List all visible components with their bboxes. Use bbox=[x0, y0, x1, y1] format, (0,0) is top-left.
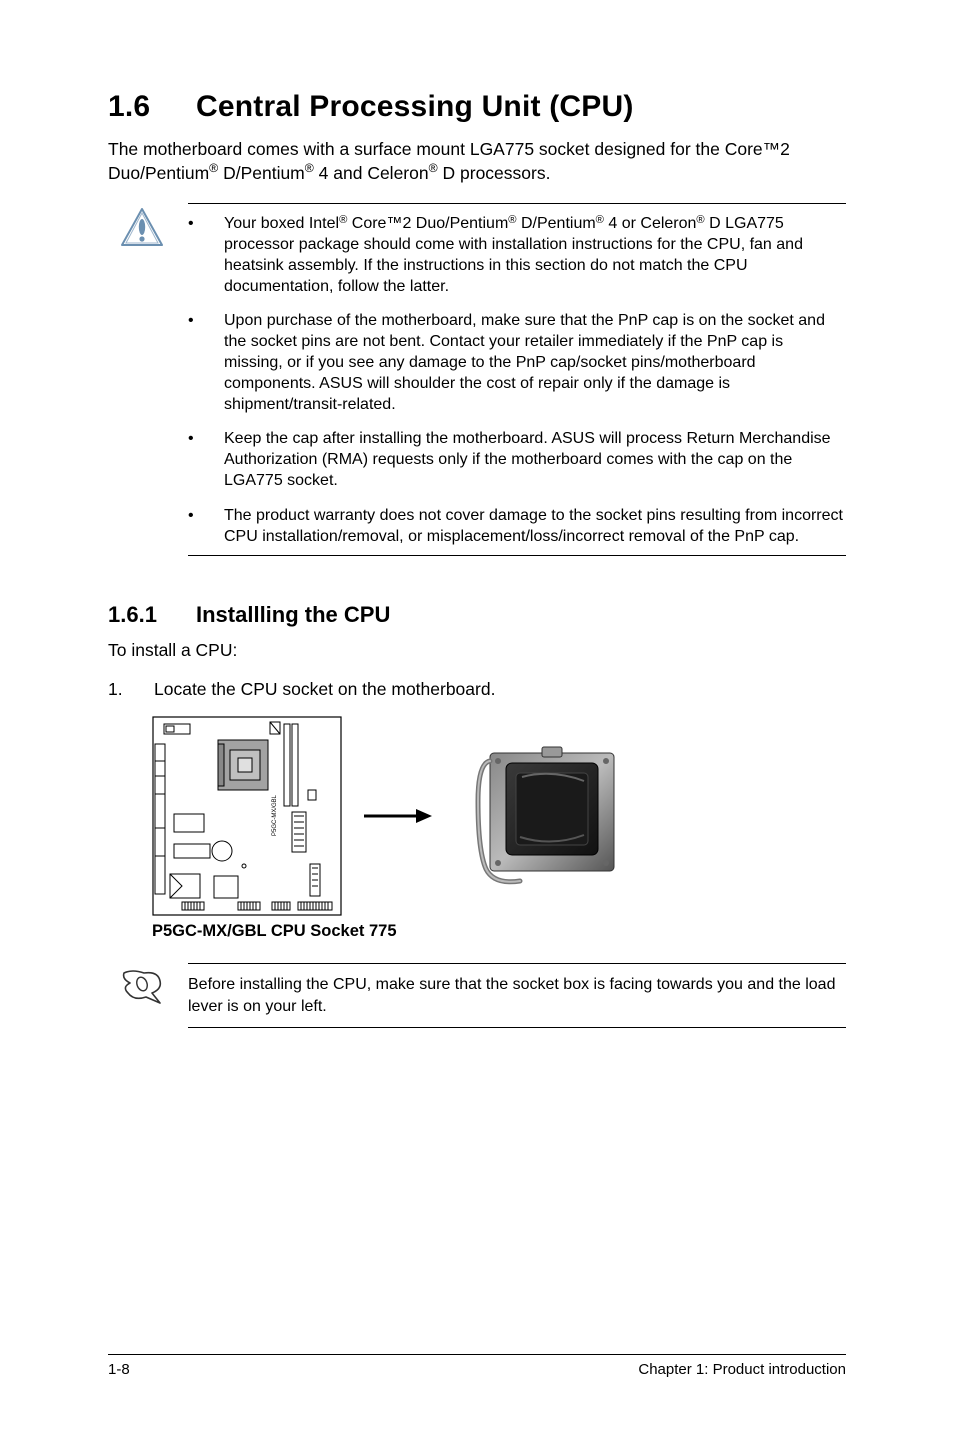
reg-mark: ® bbox=[339, 214, 347, 226]
caution-bullet-text: The product warranty does not cover dama… bbox=[224, 506, 846, 548]
motherboard-diagram: P5GC-MX/GBL bbox=[152, 716, 342, 916]
reg-mark: ® bbox=[508, 214, 516, 226]
note-text: Before installing the CPU, make sure tha… bbox=[188, 963, 846, 1027]
subsection-number: 1.6.1 bbox=[108, 602, 196, 628]
board-label-text: P5GC-MX/GBL bbox=[272, 795, 278, 837]
intro-text-3: 4 and Celeron bbox=[314, 163, 429, 183]
step-number: 1. bbox=[108, 679, 126, 700]
subsection-title-text: Installling the CPU bbox=[196, 602, 390, 627]
bullet-marker: • bbox=[188, 506, 200, 548]
caution-bullet-text: Upon purchase of the motherboard, make s… bbox=[224, 311, 846, 415]
reg-mark: ® bbox=[429, 161, 438, 175]
caution-content: • Your boxed Intel® Core™2 Duo/Pentium® … bbox=[188, 203, 846, 556]
caution-block: • Your boxed Intel® Core™2 Duo/Pentium® … bbox=[120, 203, 846, 556]
step-1: 1. Locate the CPU socket on the motherbo… bbox=[108, 679, 846, 700]
bullet-marker: • bbox=[188, 311, 200, 415]
bullet-marker: • bbox=[188, 429, 200, 491]
arrow-icon bbox=[362, 806, 432, 826]
caution-bullet-text: Keep the cap after installing the mother… bbox=[224, 429, 846, 491]
note-icon bbox=[120, 963, 164, 1005]
caution-bullet-text: Your boxed Intel® Core™2 Duo/Pentium® D/… bbox=[224, 214, 846, 297]
reg-mark: ® bbox=[209, 161, 218, 175]
bullet-marker: • bbox=[188, 214, 200, 297]
cpu-socket-photo bbox=[472, 741, 632, 891]
caution-icon bbox=[120, 203, 164, 556]
caution-bullet: • The product warranty does not cover da… bbox=[188, 506, 846, 548]
figure: P5GC-MX/GBL bbox=[152, 716, 846, 916]
intro-text-2: D/Pentium bbox=[218, 163, 305, 183]
section-title-text: Central Processing Unit (CPU) bbox=[196, 90, 634, 123]
section-number: 1.6 bbox=[108, 90, 196, 124]
step-text: Locate the CPU socket on the motherboard… bbox=[154, 679, 495, 700]
reg-mark: ® bbox=[305, 161, 314, 175]
caution-bullet: • Your boxed Intel® Core™2 Duo/Pentium® … bbox=[188, 214, 846, 297]
footer-page-number: 1-8 bbox=[108, 1361, 130, 1378]
footer-chapter: Chapter 1: Product introduction bbox=[638, 1361, 846, 1378]
note-block: Before installing the CPU, make sure tha… bbox=[120, 963, 846, 1027]
figure-caption: P5GC-MX/GBL CPU Socket 775 bbox=[152, 922, 846, 941]
intro-paragraph: The motherboard comes with a surface mou… bbox=[108, 138, 846, 185]
caution-bullet: • Keep the cap after installing the moth… bbox=[188, 429, 846, 491]
intro-text-4: D processors. bbox=[438, 163, 551, 183]
caution-bullet: • Upon purchase of the motherboard, make… bbox=[188, 311, 846, 415]
page-footer: 1-8 Chapter 1: Product introduction bbox=[108, 1354, 846, 1378]
page-title: 1.6Central Processing Unit (CPU) bbox=[108, 90, 846, 124]
reg-mark: ® bbox=[696, 214, 704, 226]
subsection-title: 1.6.1Installling the CPU bbox=[108, 602, 846, 628]
sub-intro: To install a CPU: bbox=[108, 640, 846, 661]
reg-mark: ® bbox=[596, 214, 604, 226]
